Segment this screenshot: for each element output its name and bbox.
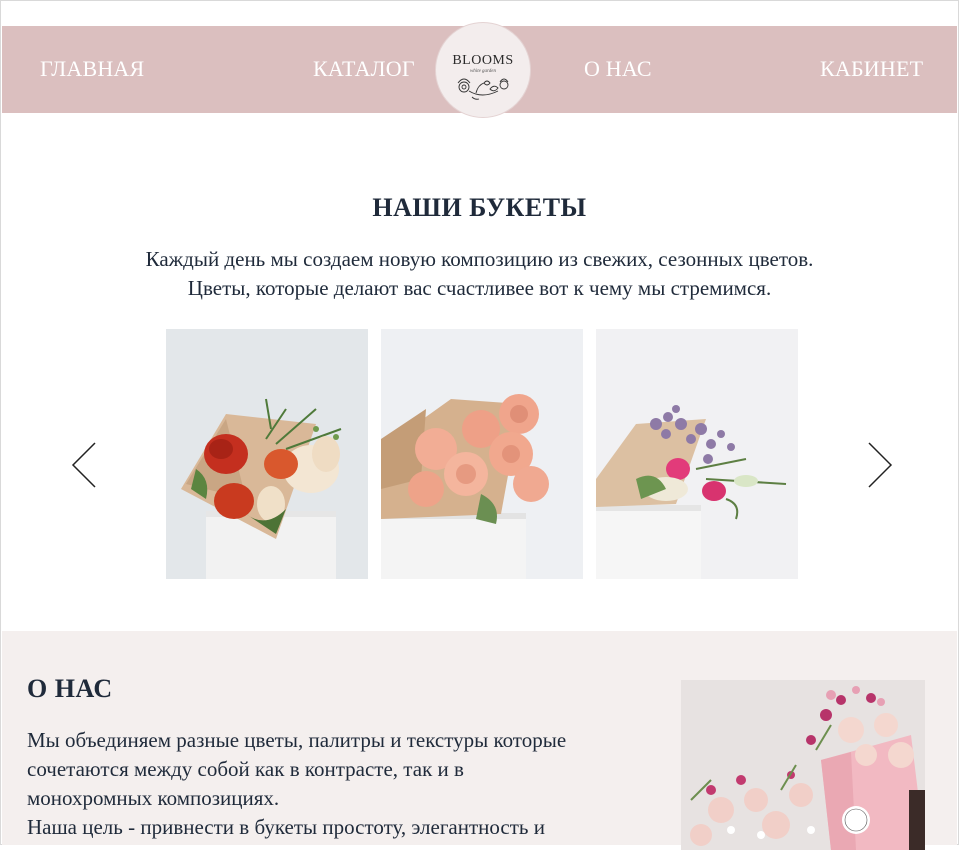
about-section: О НАС Мы объединяем разные цветы, палитр…: [2, 631, 957, 850]
about-text-line: монохромных композициях.: [27, 786, 280, 810]
bouquet-card[interactable]: [381, 329, 583, 579]
nav-link-about[interactable]: О НАС: [584, 56, 652, 82]
nav-link-home[interactable]: ГЛАВНАЯ: [40, 56, 144, 82]
bouquets-title: НАШИ БУКЕТЫ: [372, 193, 587, 222]
about-text-line: Наша цель - привнести в букеты простоту,…: [27, 815, 545, 839]
bouquet-photo: [596, 329, 798, 579]
nav-link-catalog[interactable]: КАТАЛОГ: [313, 56, 415, 82]
logo-text: BLOOMS: [452, 53, 514, 68]
bouquets-intro: Каждый день мы создаем новую композицию …: [0, 245, 959, 303]
floral-ornament-icon: [457, 78, 509, 100]
bouquet-photo: [166, 329, 368, 579]
bouquet-card[interactable]: [596, 329, 798, 579]
bouquets-intro-line: Цветы, которые делают вас счастливее вот…: [187, 276, 772, 300]
bouquet-photo: [381, 329, 583, 579]
about-bouquet-image: [681, 680, 925, 850]
about-photo: [681, 680, 925, 850]
main-nav: ГЛАВНАЯ КАТАЛОГ BLOOMS white garden О НА…: [2, 22, 957, 118]
bouquet-card[interactable]: [166, 329, 368, 579]
about-text-line: Мы объединяем разные цветы, палитры и те…: [27, 728, 567, 752]
about-text-line: сочетаются между собой как в контрасте, …: [27, 757, 464, 781]
brand-logo[interactable]: BLOOMS white garden: [435, 22, 531, 118]
bouquets-intro-line: Каждый день мы создаем новую композицию …: [145, 247, 814, 271]
about-title: О НАС: [27, 674, 113, 703]
carousel-prev-arrow-icon[interactable]: [70, 440, 100, 490]
nav-link-cabinet[interactable]: КАБИНЕТ: [820, 56, 923, 82]
about-text: Мы объединяем разные цветы, палитры и те…: [27, 726, 667, 842]
carousel-next-arrow-icon[interactable]: [864, 440, 894, 490]
